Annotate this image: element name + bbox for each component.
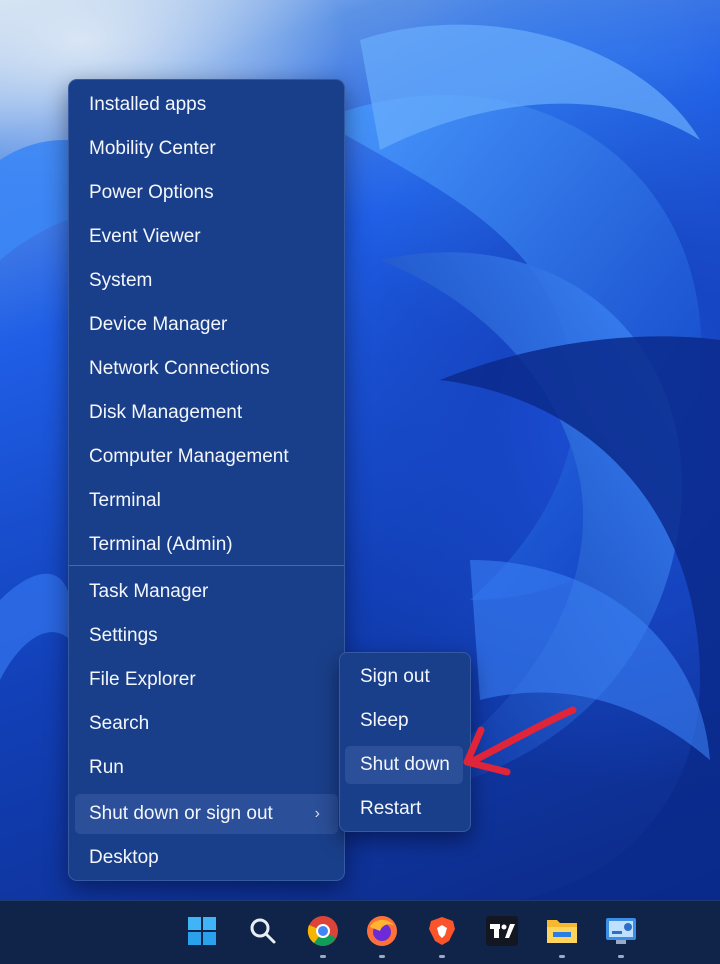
submenu-item-shut-down[interactable]: Shut down [345, 746, 463, 784]
quick-link-menu: Installed apps Mobility Center Power Opt… [68, 79, 345, 881]
menu-item-label: System [89, 270, 153, 291]
submenu-item-restart[interactable]: Restart [345, 790, 463, 828]
menu-item-label: Terminal [89, 490, 161, 511]
menu-item-label: Task Manager [89, 581, 209, 602]
submenu-item-label: Restart [360, 798, 422, 819]
menu-item-label: Mobility Center [89, 138, 216, 159]
chevron-right-icon: › [314, 805, 320, 822]
menu-item-computer-management[interactable]: Computer Management [75, 437, 338, 477]
menu-item-label: Network Connections [89, 358, 270, 379]
running-indicator [379, 955, 385, 958]
submenu-item-label: Shut down [360, 754, 450, 775]
windows-start-icon[interactable] [184, 913, 220, 949]
menu-item-label: Terminal (Admin) [89, 534, 233, 555]
running-indicator [320, 955, 326, 958]
menu-item-label: Settings [89, 625, 158, 646]
menu-item-label: Run [89, 757, 124, 778]
menu-item-label: Search [89, 713, 150, 734]
menu-item-mobility-center[interactable]: Mobility Center [75, 129, 338, 169]
brave-icon[interactable] [424, 913, 460, 958]
menu-item-settings[interactable]: Settings [75, 616, 338, 656]
menu-item-shut-down-or-sign-out[interactable]: Shut down or sign out › [75, 794, 338, 834]
running-indicator [439, 955, 445, 958]
red-arrow-annotation-icon [463, 706, 577, 776]
menu-divider [69, 565, 344, 566]
search-icon[interactable] [245, 913, 281, 949]
control-panel-icon[interactable] [603, 913, 639, 958]
firefox-icon[interactable] [364, 913, 400, 958]
menu-item-device-manager[interactable]: Device Manager [75, 305, 338, 345]
chrome-icon[interactable] [305, 913, 341, 958]
menu-item-label: Event Viewer [89, 226, 201, 247]
submenu-item-label: Sleep [360, 710, 409, 731]
submenu-item-label: Sign out [360, 666, 430, 687]
menu-item-label: Shut down or sign out [89, 803, 273, 824]
submenu-item-sign-out[interactable]: Sign out [345, 658, 463, 696]
menu-item-run[interactable]: Run [75, 748, 338, 788]
tradingview-icon[interactable] [484, 913, 520, 949]
file-explorer-icon[interactable] [544, 913, 580, 958]
running-indicator [618, 955, 624, 958]
shutdown-submenu: Sign out Sleep Shut down Restart [339, 652, 471, 832]
menu-item-file-explorer[interactable]: File Explorer [75, 660, 338, 700]
menu-item-task-manager[interactable]: Task Manager [75, 572, 338, 612]
menu-item-label: Desktop [89, 847, 159, 868]
menu-item-search[interactable]: Search [75, 704, 338, 744]
menu-item-disk-management[interactable]: Disk Management [75, 393, 338, 433]
menu-item-label: Device Manager [89, 314, 228, 335]
menu-item-label: Installed apps [89, 94, 207, 115]
running-indicator [559, 955, 565, 958]
submenu-item-sleep[interactable]: Sleep [345, 702, 463, 740]
menu-item-label: Computer Management [89, 446, 289, 467]
menu-item-terminal[interactable]: Terminal [75, 481, 338, 521]
menu-item-desktop[interactable]: Desktop [75, 838, 338, 878]
menu-item-label: File Explorer [89, 669, 196, 690]
menu-item-event-viewer[interactable]: Event Viewer [75, 217, 338, 257]
menu-item-label: Disk Management [89, 402, 243, 423]
menu-item-system[interactable]: System [75, 261, 338, 301]
taskbar [0, 900, 720, 964]
menu-item-label: Power Options [89, 182, 214, 203]
menu-item-network-connections[interactable]: Network Connections [75, 349, 338, 389]
menu-item-installed-apps[interactable]: Installed apps [75, 85, 338, 125]
menu-item-power-options[interactable]: Power Options [75, 173, 338, 213]
menu-item-terminal-admin[interactable]: Terminal (Admin) [75, 525, 338, 565]
